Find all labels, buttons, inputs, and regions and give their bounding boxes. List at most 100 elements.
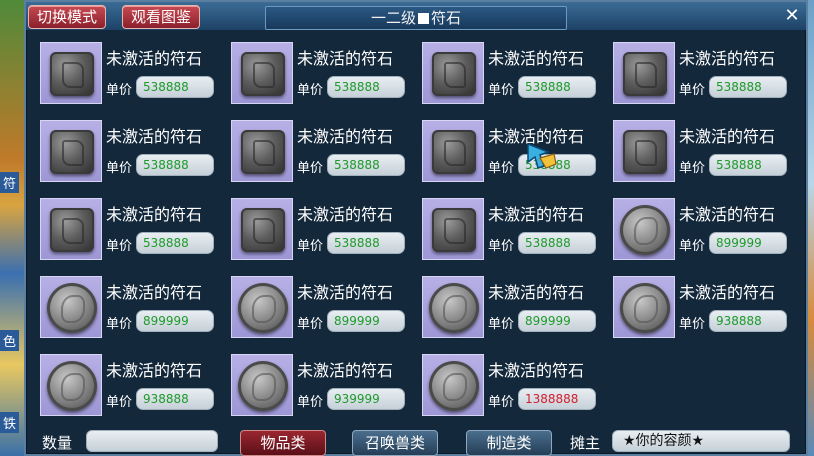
item-thumbnail[interactable]: [422, 42, 484, 104]
tab-crafting[interactable]: 制造类: [466, 430, 552, 456]
item-slot[interactable]: 未激活的符石单价538888: [38, 40, 218, 108]
cursor-icon: [527, 142, 557, 169]
price-box: 538888: [518, 232, 596, 254]
price-box: 538888: [327, 76, 405, 98]
item-name: 未激活的符石: [488, 283, 585, 302]
view-catalog-button[interactable]: 观看图鉴: [122, 5, 201, 29]
item-slot[interactable]: 未激活的符石单价538888: [229, 40, 409, 108]
price-label: 单价: [488, 161, 515, 176]
item-thumbnail[interactable]: [422, 276, 484, 338]
item-name: 未激活的符石: [106, 361, 203, 380]
item-thumbnail[interactable]: [231, 198, 293, 260]
rune-stone-icon: [432, 130, 476, 174]
item-thumbnail[interactable]: [231, 276, 293, 338]
title-frame: 一二级 符石: [265, 6, 567, 30]
item-thumbnail[interactable]: [40, 354, 102, 416]
stall-window: 切换模式 观看图鉴 一二级 符石 ✕ 未激活的符石 单价 538888 未激活的符石 单价…: [24, 0, 808, 456]
price-label: 单价: [488, 317, 515, 332]
price-label: 单价: [106, 317, 133, 332]
tab-summons[interactable]: 召唤兽类: [352, 430, 438, 456]
rune-stone-icon: [47, 283, 97, 333]
side-label: 色: [0, 330, 20, 351]
item-price: 899999: [525, 314, 571, 328]
rune-stone-icon: [241, 208, 285, 252]
item-slot[interactable]: 未激活的符石 单价 1388888: [420, 352, 600, 420]
switch-mode-button[interactable]: 切换模式: [28, 5, 107, 29]
item-slot[interactable]: 未激活的符石单价538888: [38, 118, 218, 186]
item-slot[interactable]: 未激活的符石 单价 939999: [229, 352, 409, 420]
price-box: 538888: [136, 76, 214, 98]
item-thumbnail[interactable]: [40, 120, 102, 182]
rune-stone-icon: [50, 130, 94, 174]
item-price: 899999: [143, 314, 189, 328]
price-box: 538888: [136, 154, 214, 176]
item-price: 538888: [143, 80, 189, 94]
price-label: 单价: [679, 239, 706, 254]
item-thumbnail[interactable]: [231, 120, 293, 182]
item-slot[interactable]: 未激活的符石 单价 938888: [611, 274, 791, 342]
price-box: 538888: [709, 76, 787, 98]
rune-stone-icon: [241, 52, 285, 96]
close-icon[interactable]: ✕: [782, 6, 802, 26]
quantity-input[interactable]: [86, 430, 218, 452]
rune-stone-icon: [429, 361, 479, 411]
item-thumbnail[interactable]: [40, 198, 102, 260]
title-left: 一二级: [370, 9, 416, 27]
price-box: 938888: [709, 310, 787, 332]
item-slot[interactable]: 未激活的符石单价538888: [611, 118, 791, 186]
price-label: 单价: [297, 395, 324, 410]
price-box: 538888: [518, 76, 596, 98]
price-box: 899999: [518, 310, 596, 332]
item-slot[interactable]: 未激活的符石单价538888: [229, 118, 409, 186]
item-slot[interactable]: 未激活的符石单价538888: [420, 40, 600, 108]
item-slot[interactable]: 未激活的符石 单价 899999: [611, 196, 791, 264]
item-slot[interactable]: 未激活的符石单价 899999: [420, 274, 600, 342]
item-slot[interactable]: 未激活的符石 单价 899999: [229, 274, 409, 342]
price-box: 899999: [136, 310, 214, 332]
rune-stone-icon: [432, 52, 476, 96]
rune-stone-icon: [47, 361, 97, 411]
item-slot[interactable]: 未激活的符石 单价 938888: [38, 352, 218, 420]
price-label: 单价: [488, 239, 515, 254]
item-thumbnail[interactable]: [40, 42, 102, 104]
item-thumbnail[interactable]: [613, 198, 675, 260]
item-thumbnail[interactable]: [40, 276, 102, 338]
item-price: 538888: [525, 236, 571, 250]
item-name: 未激活的符石: [488, 361, 585, 380]
side-label: 铁: [0, 412, 20, 433]
item-slot[interactable]: 未激活的符石单价 899999: [38, 274, 218, 342]
item-thumbnail[interactable]: [613, 42, 675, 104]
item-thumbnail[interactable]: [613, 120, 675, 182]
price-label: 单价: [488, 83, 515, 98]
item-slot[interactable]: 未激活的符石单价538888: [420, 196, 600, 264]
price-box: 939999: [327, 388, 405, 410]
item-slot[interactable]: 未激活的符石单价538888: [420, 118, 600, 186]
item-price: 538888: [716, 80, 762, 94]
price-label: 单价: [297, 83, 324, 98]
rune-stone-icon: [238, 361, 288, 411]
price-box: 938888: [136, 388, 214, 410]
price-label: 单价: [106, 239, 133, 254]
price-box: 538888: [709, 154, 787, 176]
price-box: 899999: [709, 232, 787, 254]
item-thumbnail[interactable]: [422, 120, 484, 182]
item-thumbnail[interactable]: [231, 42, 293, 104]
item-thumbnail[interactable]: [422, 198, 484, 260]
item-name: 未激活的符石: [106, 283, 203, 302]
rune-stone-icon: [432, 208, 476, 252]
quantity-label: 数量: [42, 434, 73, 452]
item-price: 538888: [143, 158, 189, 172]
item-thumbnail[interactable]: [613, 276, 675, 338]
item-thumbnail[interactable]: [231, 354, 293, 416]
item-name: 未激活的符石: [488, 49, 585, 68]
item-name: 未激活的符石: [679, 49, 776, 68]
price-box: 538888: [327, 154, 405, 176]
item-slot[interactable]: 未激活的符石单价538888: [38, 196, 218, 264]
item-price: 899999: [334, 314, 380, 328]
item-thumbnail[interactable]: [422, 354, 484, 416]
tab-items[interactable]: 物品类: [240, 430, 326, 456]
item-price: 938888: [716, 314, 762, 328]
item-slot[interactable]: 未激活的符石单价 538888: [611, 40, 791, 108]
price-label: 单价: [679, 83, 706, 98]
item-slot[interactable]: 未激活的符石单价538888: [229, 196, 409, 264]
